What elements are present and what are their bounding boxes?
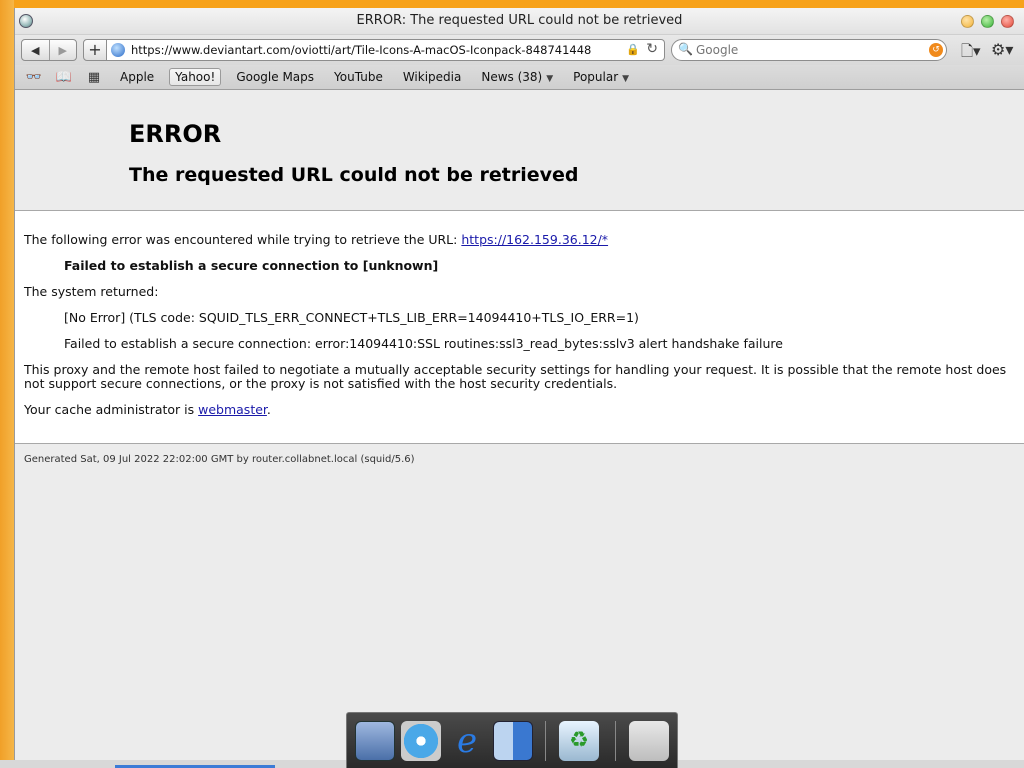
search-icon[interactable]: 🔍 — [678, 42, 693, 56]
footer: Generated Sat, 09 Jul 2022 22:02:00 GMT … — [24, 454, 415, 465]
admin-suffix: . — [266, 402, 271, 417]
recycle-bin-icon[interactable]: ♻ — [559, 721, 599, 761]
admin-text: Your cache administrator is — [24, 402, 199, 417]
search-clear-icon[interactable]: ↺ — [929, 43, 943, 57]
search-field[interactable]: 🔍 ↺ — [671, 39, 947, 61]
bookmark-news-label: News (38) — [481, 70, 543, 84]
gear-icon[interactable]: ⚙▾ — [991, 40, 1013, 59]
bookmark-youtube[interactable]: YouTube — [329, 69, 388, 85]
explanation: This proxy and the remote host failed to… — [24, 362, 1007, 391]
search-input[interactable] — [696, 42, 916, 58]
system-returned-label: The system returned: — [24, 284, 159, 299]
bookmark-apple[interactable]: Apple — [115, 69, 159, 85]
zoom-button[interactable] — [981, 15, 994, 28]
safari-icon[interactable] — [401, 721, 441, 761]
webmaster-link[interactable]: webmaster — [198, 402, 267, 417]
bookmark-news[interactable]: News (38) ▼ — [476, 69, 558, 85]
requested-url-link[interactable]: https://162.159.36.12/* — [461, 232, 608, 247]
ssl-error: Failed to establish a secure connection:… — [64, 336, 783, 351]
back-button[interactable]: ◀ — [22, 40, 49, 60]
dock: e ♻ — [346, 712, 678, 768]
error-body: The following error was encountered whil… — [15, 211, 1024, 443]
close-button[interactable] — [1001, 15, 1014, 28]
forward-button[interactable]: ▶ — [48, 40, 77, 60]
bookmark-popular[interactable]: Popular ▼ — [568, 69, 634, 85]
grid-icon[interactable]: ▦ — [83, 70, 105, 85]
chevron-down-icon: ▼ — [546, 74, 554, 84]
dock-separator — [545, 721, 546, 761]
window-title: ERROR: The requested URL could not be re… — [356, 13, 683, 28]
internet-explorer-icon[interactable]: e — [447, 721, 487, 761]
book-icon[interactable]: 📖 — [53, 70, 75, 85]
page-content: ERROR The requested URL could not be ret… — [15, 92, 1024, 768]
window-controls — [961, 15, 1014, 28]
apple-icon[interactable] — [629, 721, 669, 761]
mail-icon[interactable] — [355, 721, 395, 761]
dock-separator — [615, 721, 616, 761]
reload-icon[interactable]: ↻ — [646, 41, 658, 57]
page-menu-icon[interactable]: 🗋▾ — [961, 41, 981, 66]
bookmark-wikipedia[interactable]: Wikipedia — [398, 69, 467, 85]
bookmark-google-maps[interactable]: Google Maps — [231, 69, 319, 85]
add-bookmark-button[interactable]: + — [83, 39, 107, 61]
lock-icon[interactable]: 🔒 — [626, 43, 640, 56]
bookmarks-bar: 👓 📖 ▦ Apple Yahoo! Google Maps YouTube W… — [15, 65, 1024, 90]
browser-window: ERROR: The requested URL could not be re… — [14, 8, 1024, 768]
finder-icon[interactable] — [493, 721, 533, 761]
error-summary: Failed to establish a secure connection … — [64, 258, 439, 273]
reading-list-icon[interactable]: 👓 — [23, 70, 45, 85]
title-bar[interactable]: ERROR: The requested URL could not be re… — [15, 8, 1024, 35]
page-title: ERROR — [129, 120, 222, 148]
url-text[interactable]: https://www.deviantart.com/oviotti/art/T… — [131, 43, 591, 57]
page-subtitle: The requested URL could not be retrieved — [129, 164, 579, 186]
bookmark-popular-label: Popular — [573, 70, 619, 84]
bookmark-yahoo[interactable]: Yahoo! — [169, 68, 222, 86]
globe-icon — [111, 43, 125, 57]
tls-code: [No Error] (TLS code: SQUID_TLS_ERR_CONN… — [64, 310, 639, 325]
intro-text: The following error was encountered whil… — [24, 232, 462, 247]
intro-paragraph: The following error was encountered whil… — [24, 233, 1014, 247]
admin-paragraph: Your cache administrator is webmaster. — [24, 403, 1014, 417]
address-bar[interactable]: https://www.deviantart.com/oviotti/art/T… — [107, 39, 665, 61]
chevron-down-icon: ▼ — [622, 74, 630, 84]
error-header: ERROR The requested URL could not be ret… — [15, 92, 1024, 210]
desktop-background — [0, 0, 14, 768]
toolbar: ◀ ▶ + https://www.deviantart.com/oviotti… — [15, 35, 1024, 65]
minimize-button[interactable] — [961, 15, 974, 28]
nav-buttons: ◀ ▶ — [21, 39, 77, 61]
